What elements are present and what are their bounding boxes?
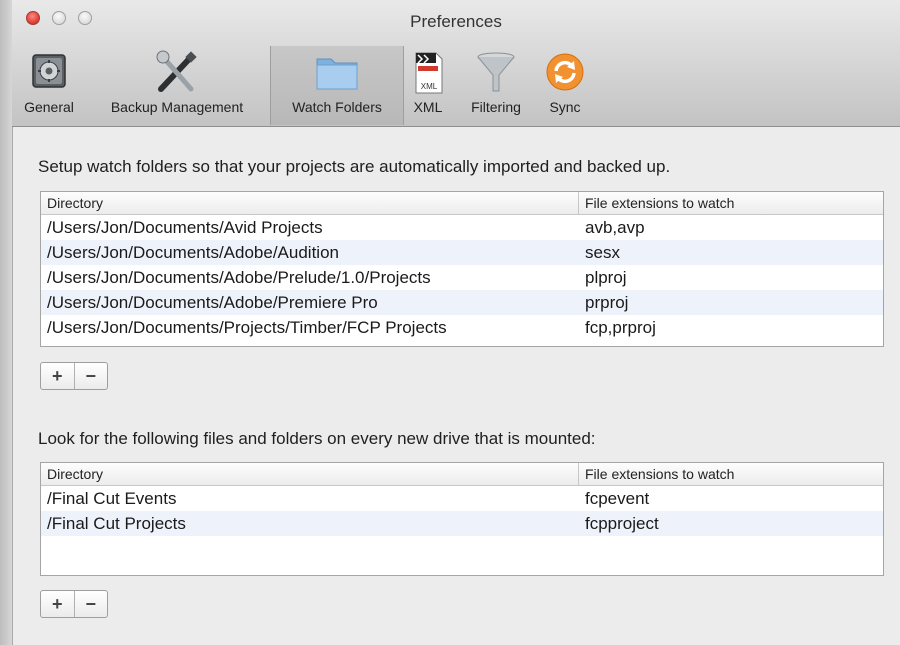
row-directory: /Final Cut Events: [47, 489, 177, 508]
funnel-icon: [472, 49, 520, 95]
row-directory: /Users/Jon/Documents/Adobe/Premiere Pro: [47, 293, 378, 312]
toolbar-general[interactable]: General: [12, 46, 86, 125]
remove-watch-folder-button[interactable]: −: [75, 363, 108, 389]
column-header-directory[interactable]: Directory: [41, 463, 579, 485]
toolbar-watch-folders-label: Watch Folders: [292, 99, 382, 115]
table-row[interactable]: /Users/Jon/Documents/Adobe/Premiere Pro …: [41, 290, 883, 315]
row-directory: /Users/Jon/Documents/Adobe/Audition: [47, 243, 339, 262]
toolbar-watch-folders[interactable]: Watch Folders: [270, 46, 404, 125]
table-row[interactable]: /Users/Jon/Documents/Adobe/Audition sesx: [41, 240, 883, 265]
watch-folders-buttons: + −: [40, 362, 108, 390]
toolbar-sync-label: Sync: [549, 99, 581, 115]
row-extensions: sesx: [585, 243, 620, 262]
folder-icon: [313, 49, 361, 95]
toolbar-sync[interactable]: Sync: [536, 46, 594, 125]
row-extensions: fcpproject: [585, 514, 659, 533]
row-directory: /Final Cut Projects: [47, 514, 186, 533]
column-header-extensions[interactable]: File extensions to watch: [579, 192, 883, 214]
table-header: Directory File extensions to watch: [41, 463, 883, 486]
drive-patterns-buttons: + −: [40, 590, 108, 618]
table-body: /Final Cut Events fcpevent /Final Cut Pr…: [41, 486, 883, 536]
table-row[interactable]: /Users/Jon/Documents/Projects/Timber/FCP…: [41, 315, 883, 340]
add-watch-folder-button[interactable]: +: [41, 363, 75, 389]
row-directory: /Users/Jon/Documents/Adobe/Prelude/1.0/P…: [47, 268, 431, 287]
toolbar-xml-label: XML: [413, 99, 443, 115]
drives-instruction: Look for the following files and folders…: [38, 429, 596, 448]
tools-icon: [153, 49, 201, 95]
toolbar-xml[interactable]: XML XML: [404, 46, 452, 125]
toolbar-backup-management-label: Backup Management: [110, 99, 244, 115]
row-extensions: fcp,prproj: [585, 318, 656, 337]
table-row[interactable]: /Final Cut Projects fcpproject: [41, 511, 883, 536]
toolbar-backup-management[interactable]: Backup Management: [84, 46, 270, 125]
titlebar: Preferences General Backup Management Wa…: [12, 0, 900, 127]
column-header-directory[interactable]: Directory: [41, 192, 579, 214]
watch-folders-instruction: Setup watch folders so that your project…: [38, 157, 671, 176]
table-row[interactable]: /Users/Jon/Documents/Avid Projects avb,a…: [41, 215, 883, 240]
table-row[interactable]: /Final Cut Events fcpevent: [41, 486, 883, 511]
column-header-extensions[interactable]: File extensions to watch: [579, 463, 883, 485]
row-extensions: prproj: [585, 293, 629, 312]
toolbar-general-label: General: [24, 99, 74, 115]
table-header: Directory File extensions to watch: [41, 192, 883, 215]
row-directory: /Users/Jon/Documents/Avid Projects: [47, 218, 323, 237]
sync-icon: [541, 49, 589, 95]
row-extensions: plproj: [585, 268, 627, 287]
general-icon: [25, 49, 73, 95]
preferences-window: Preferences General Backup Management Wa…: [0, 0, 900, 645]
table-row[interactable]: /Users/Jon/Documents/Adobe/Prelude/1.0/P…: [41, 265, 883, 290]
window-title: Preferences: [410, 12, 502, 31]
drive-patterns-table[interactable]: Directory File extensions to watch /Fina…: [40, 462, 884, 576]
row-directory: /Users/Jon/Documents/Projects/Timber/FCP…: [47, 318, 447, 337]
add-drive-pattern-button[interactable]: +: [41, 591, 75, 617]
row-extensions: avb,avp: [585, 218, 645, 237]
row-extensions: fcpevent: [585, 489, 650, 508]
svg-text:XML: XML: [421, 82, 438, 91]
preferences-content: Setup watch folders so that your project…: [12, 127, 900, 645]
toolbar-filtering-label: Filtering: [471, 99, 521, 115]
table-body: /Users/Jon/Documents/Avid Projects avb,a…: [41, 215, 883, 340]
xml-icon: XML: [404, 49, 452, 95]
watch-folders-table[interactable]: Directory File extensions to watch /User…: [40, 191, 884, 347]
toolbar-filtering[interactable]: Filtering: [458, 46, 534, 125]
remove-drive-pattern-button[interactable]: −: [75, 591, 108, 617]
